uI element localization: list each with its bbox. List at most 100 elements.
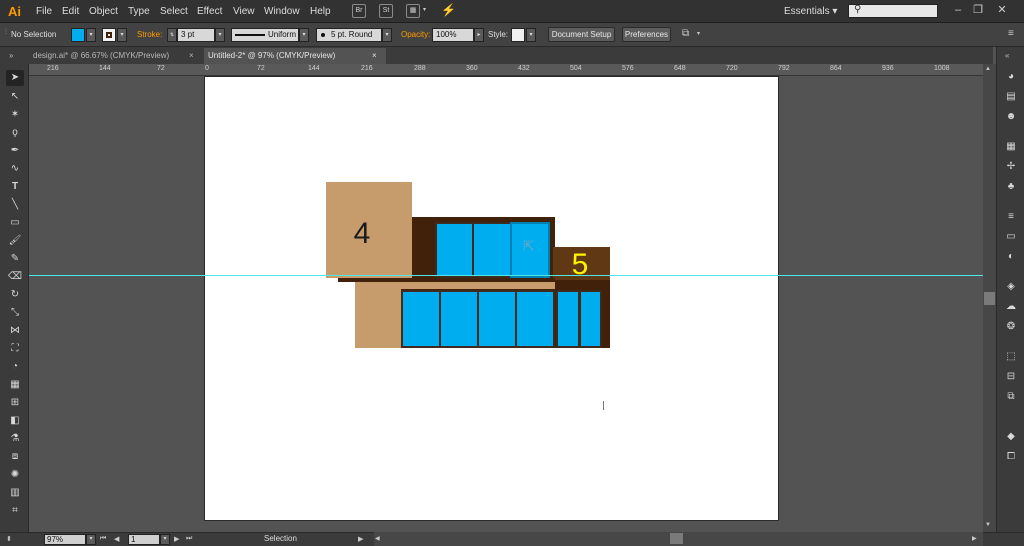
horizontal-scrollbar[interactable]: ◀ ▶ xyxy=(374,532,983,546)
status-menu-icon[interactable]: ▶ xyxy=(358,535,363,543)
pen-tool-icon[interactable]: ✒ xyxy=(6,143,24,159)
gpu-performance-icon[interactable]: ⚡ xyxy=(441,3,456,17)
variable-width-profile[interactable]: Uniform xyxy=(231,28,299,42)
artboard-tool-icon[interactable]: ⌗ xyxy=(6,503,24,519)
workspace-switcher[interactable]: Essentials ▾ xyxy=(784,0,837,23)
stroke-stepper[interactable]: ⇅ xyxy=(167,28,177,42)
zoom-field[interactable]: 97% xyxy=(44,534,86,545)
first-artboard-icon[interactable]: ⏮ xyxy=(100,535,106,543)
window-upper-2[interactable] xyxy=(472,222,512,278)
free-transform-tool-icon[interactable]: ⛶ xyxy=(6,341,24,357)
opacity-field[interactable]: 100% xyxy=(432,28,474,42)
menu-object[interactable]: Object xyxy=(89,0,118,23)
horizontal-scroll-thumb[interactable] xyxy=(670,533,683,544)
symbol-sprayer-tool-icon[interactable]: ✺ xyxy=(6,467,24,483)
stock-icon[interactable]: St xyxy=(379,4,393,18)
transparency-icon[interactable]: ◐ xyxy=(1003,249,1019,265)
close-button[interactable]: ✕ xyxy=(994,2,1010,18)
scroll-right-icon[interactable]: ▶ xyxy=(972,535,977,542)
type-tool-icon[interactable]: T xyxy=(6,179,24,195)
artboard-dropdown-icon[interactable]: ▾ xyxy=(160,534,170,545)
menu-help[interactable]: Help xyxy=(310,0,331,23)
graph-tool-icon[interactable]: ▥ xyxy=(6,485,24,501)
align-panel-icon[interactable]: ⊟ xyxy=(1003,369,1019,385)
restore-button[interactable]: ❐ xyxy=(970,2,986,18)
tab-design[interactable]: design.ai* @ 66.67% (CMYK/Preview) × xyxy=(29,48,201,64)
horizontal-guide[interactable] xyxy=(29,275,983,276)
gradient-tool-icon[interactable]: ◧ xyxy=(6,413,24,429)
perspective-grid-tool-icon[interactable]: ▦ xyxy=(6,377,24,393)
tan-strip-lower[interactable] xyxy=(402,282,555,289)
opacity-label[interactable]: Opacity: xyxy=(401,28,430,42)
tab-design-close-icon[interactable]: × xyxy=(189,48,194,64)
previous-artboard-icon[interactable]: ◀ xyxy=(114,535,119,543)
minimize-button[interactable]: – xyxy=(950,2,966,18)
control-bar-menu-icon[interactable]: ≡ xyxy=(1008,28,1014,39)
scroll-down-icon[interactable]: ▼ xyxy=(985,522,991,528)
line-tool-icon[interactable]: ╲ xyxy=(6,197,24,213)
bridge-icon[interactable]: Br xyxy=(352,4,366,18)
menu-type[interactable]: Type xyxy=(128,0,150,23)
search-input[interactable] xyxy=(848,4,938,18)
scale-tool-icon[interactable]: ⤡ xyxy=(6,305,24,321)
stroke-weight-field[interactable]: 3 pt xyxy=(177,28,215,42)
graphic-styles-icon[interactable]: ◈ xyxy=(1003,279,1019,295)
stroke-dropdown-icon[interactable]: ▾ xyxy=(117,28,127,42)
shape-builder-tool-icon[interactable]: ◔ xyxy=(6,359,24,375)
menu-window[interactable]: Window xyxy=(264,0,300,23)
last-artboard-icon[interactable]: ⏭ xyxy=(186,535,192,543)
mesh-tool-icon[interactable]: ⊞ xyxy=(6,395,24,411)
selection-tool-icon[interactable]: ➤ xyxy=(6,70,24,86)
brush-definition[interactable]: 5 pt. Round xyxy=(316,28,382,42)
preferences-button[interactable]: Preferences xyxy=(622,27,671,42)
stroke-swatch[interactable] xyxy=(102,28,116,42)
color-guide-icon[interactable]: ▤ xyxy=(1003,89,1019,105)
graphic-style-swatch[interactable] xyxy=(511,28,525,42)
fill-dropdown-icon[interactable]: ▾ xyxy=(86,28,96,42)
window-lower-5[interactable] xyxy=(556,290,580,348)
fill-swatch[interactable] xyxy=(71,28,85,42)
stroke-panel-icon[interactable]: ≡ xyxy=(1003,209,1019,225)
curvature-tool-icon[interactable]: ∿ xyxy=(6,161,24,177)
arrange-documents-icon[interactable]: ▦ xyxy=(406,4,420,18)
artboards-panel-icon[interactable]: ⧠ xyxy=(1003,449,1019,465)
brush-dropdown-icon[interactable]: ▾ xyxy=(382,28,392,42)
transform-panel-icon[interactable]: ⬚ xyxy=(1003,349,1019,365)
opacity-arrow-icon[interactable]: ▸ xyxy=(474,28,484,42)
rotate-tool-icon[interactable]: ↻ xyxy=(6,287,24,303)
magic-wand-tool-icon[interactable]: ✶ xyxy=(6,107,24,123)
layers-icon[interactable]: ◆ xyxy=(1003,429,1019,445)
paintbrush-tool-icon[interactable]: 🖌 xyxy=(6,233,24,249)
document-setup-button[interactable]: Document Setup xyxy=(548,27,615,42)
menu-effect[interactable]: Effect xyxy=(197,0,222,23)
gradient-panel-icon[interactable]: ▭ xyxy=(1003,229,1019,245)
scroll-up-icon[interactable]: ▲ xyxy=(985,66,991,72)
window-lower-6[interactable] xyxy=(579,290,602,348)
blend-tool-icon[interactable]: ⧈ xyxy=(6,449,24,465)
menu-edit[interactable]: Edit xyxy=(62,0,79,23)
select-similar-dropdown-icon[interactable]: ▾ xyxy=(697,30,700,37)
width-tool-icon[interactable]: ⋈ xyxy=(6,323,24,339)
window-upper-1[interactable] xyxy=(435,222,475,278)
profile-dropdown-icon[interactable]: ▾ xyxy=(299,28,309,42)
swatches-icon[interactable]: ▦ xyxy=(1003,139,1019,155)
window-lower-1[interactable] xyxy=(401,290,441,348)
vertical-scroll-thumb[interactable] xyxy=(984,292,995,305)
collapse-panels-icon[interactable]: « xyxy=(1005,51,1009,60)
menu-view[interactable]: View xyxy=(233,0,255,23)
select-similar-icon[interactable]: ⧉ xyxy=(682,28,689,39)
appearance-icon[interactable]: ☻ xyxy=(1003,109,1019,125)
color-panel-icon[interactable]: ◕ xyxy=(1003,69,1019,85)
stroke-weight-dropdown-icon[interactable]: ▾ xyxy=(215,28,225,42)
rectangle-tool-icon[interactable]: ▭ xyxy=(6,215,24,231)
vertical-scrollbar[interactable]: ▲ ▼ xyxy=(983,64,996,532)
tab-untitled-2[interactable]: Untitled-2* @ 97% (CMYK/Preview) × xyxy=(204,48,386,64)
collapse-tools-icon[interactable]: » xyxy=(9,51,13,60)
pencil-tool-icon[interactable]: ✎ xyxy=(6,251,24,267)
symbols-icon[interactable]: ♣ xyxy=(1003,179,1019,195)
window-lower-4[interactable] xyxy=(515,290,555,348)
window-lower-3[interactable] xyxy=(477,290,517,348)
artboard-number-field[interactable]: 1 xyxy=(128,534,160,545)
cc-libraries-icon[interactable]: ☁ xyxy=(1003,299,1019,315)
menu-file[interactable]: File xyxy=(36,0,52,23)
